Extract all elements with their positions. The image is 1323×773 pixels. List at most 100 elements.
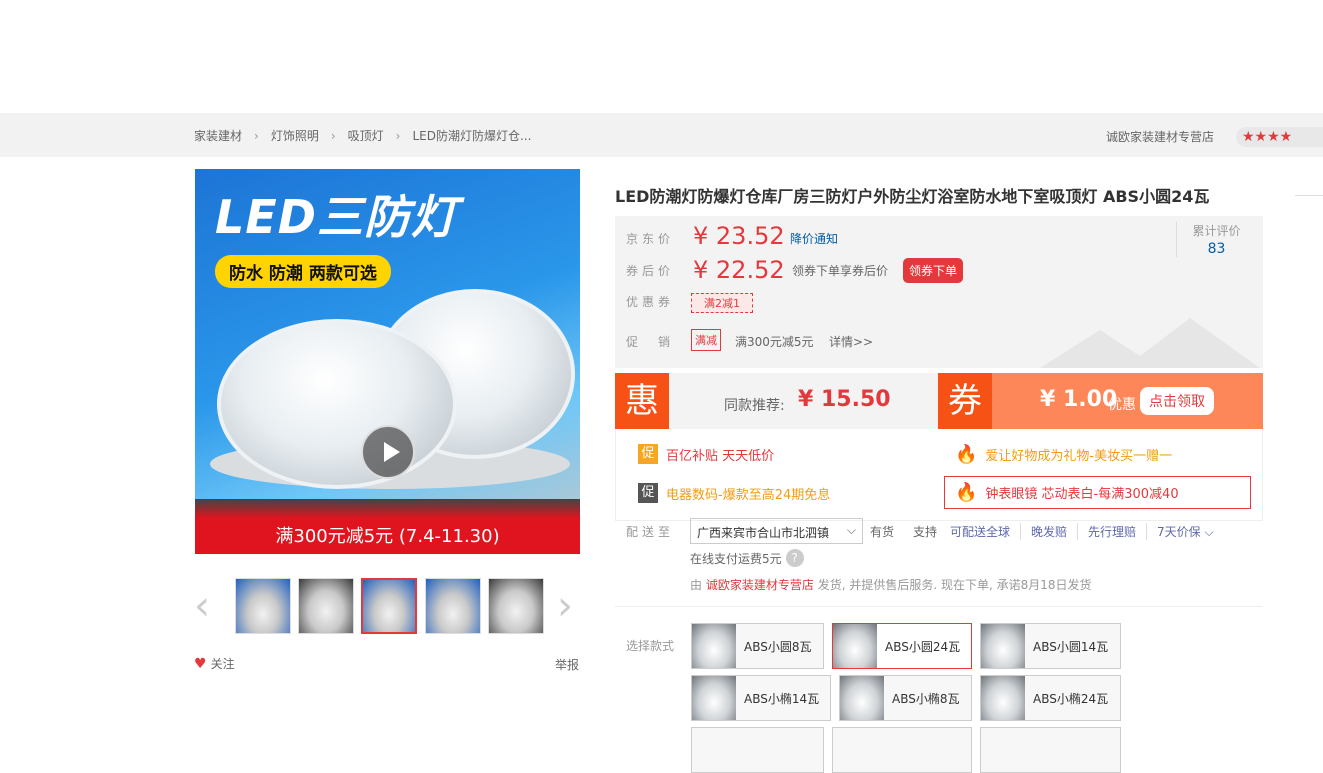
after-coupon-label: 券后价: [626, 264, 675, 278]
breadcrumb-item-ceiling-light[interactable]: 吸顶灯: [348, 127, 384, 144]
thumbnail-2[interactable]: [298, 578, 354, 634]
activity-subsidy[interactable]: 促 百亿补贴 天天低价: [638, 444, 774, 464]
promo-icon: 促: [638, 444, 658, 464]
thumb-prev-arrow-icon[interactable]: ‹: [194, 586, 210, 626]
style-option[interactable]: ABS小椭14瓦: [691, 675, 831, 721]
option-label: ABS小椭24瓦: [1033, 691, 1109, 706]
option-label: ABS小圆8瓦: [744, 639, 812, 654]
chevron-right-icon: ›: [330, 128, 336, 143]
option-thumbnail: [692, 676, 736, 720]
coupon-unit: 优惠: [1108, 397, 1136, 413]
review-label: 累计评价: [1192, 224, 1241, 238]
ship-prefix: 由: [690, 578, 703, 592]
promo-detail-link[interactable]: 详情>>: [829, 333, 873, 350]
after-coupon-price: ¥ 22.52: [693, 256, 785, 284]
style-option[interactable]: [832, 727, 972, 773]
follow-button[interactable]: ♥ 关注: [194, 655, 235, 672]
product-title: LED防潮灯防爆灯仓库厂房三防灯户外防尘灯浴室防水地下室吸顶灯 ABS小圆24瓦: [615, 187, 1210, 206]
promo-label: 促 销: [626, 335, 675, 349]
after-coupon-desc: 领券下单享券后价: [792, 264, 889, 278]
option-thumbnail: [833, 624, 877, 668]
address-text: 广西来宾市合山市北泗镇: [697, 526, 830, 540]
jd-price-label: 京东价: [626, 232, 675, 246]
price-notify-link[interactable]: 降价通知: [790, 230, 838, 247]
review-count[interactable]: 83: [1177, 241, 1256, 257]
promo-tag: 满减: [691, 329, 721, 351]
ship-shop-link[interactable]: 诚欧家装建材专营店: [706, 578, 814, 592]
hui-badge-icon: 惠: [615, 373, 669, 429]
support-label: 支持: [913, 525, 938, 539]
help-icon[interactable]: ?: [785, 549, 804, 567]
claim-coupon-button[interactable]: 点击领取: [1140, 387, 1214, 415]
activity-electronics[interactable]: 促 电器数码-爆款至高24期免息: [638, 483, 830, 503]
jd-price: ¥ 23.52: [693, 222, 785, 250]
breadcrumb-item-product[interactable]: LED防潮灯防爆灯仓...: [412, 127, 531, 144]
mountain-decoration: [1040, 318, 1260, 368]
ship-suffix: 发货, 并提供售后服务. 现在下单, 承诺8月18日发货: [817, 578, 1092, 592]
option-label: ABS小椭8瓦: [892, 691, 960, 706]
shipping-fee: 在线支付运费5元 ?: [690, 549, 804, 567]
fire-icon: 🔥: [955, 444, 978, 465]
option-label: ABS小圆24瓦: [885, 639, 961, 654]
style-option[interactable]: [980, 727, 1121, 773]
thumbnail-4[interactable]: [425, 578, 481, 634]
activity-text: 爱让好物成为礼物-美妆买一赠一: [985, 449, 1173, 464]
breadcrumb-item-lighting[interactable]: 灯饰照明: [271, 127, 319, 144]
heart-icon: ♥: [194, 655, 207, 672]
delivery-label: 配送至: [626, 525, 675, 539]
service-list: 可配送全球 晚发赔 先行理赔 7天价保 ⌵: [950, 523, 1224, 540]
breadcrumb-item-category[interactable]: 家装建材: [194, 127, 242, 144]
play-video-icon[interactable]: [361, 425, 415, 479]
style-option[interactable]: ABS小圆14瓦: [980, 623, 1121, 669]
service-late-compensation[interactable]: 晚发赔: [1021, 523, 1079, 540]
chevron-right-icon: ›: [254, 128, 259, 143]
coupon-badge[interactable]: 满2减1: [691, 293, 753, 313]
stock-status: 有货: [870, 525, 895, 539]
image-subheadline: 防水 防潮 两款可选: [215, 255, 391, 288]
image-promo-band: 满300元减5元 (7.4-11.30): [195, 499, 580, 554]
style-option[interactable]: ABS小椭24瓦: [980, 675, 1121, 721]
report-link[interactable]: 举报: [555, 656, 579, 673]
divider: [1295, 195, 1323, 196]
style-option[interactable]: [691, 727, 824, 773]
activity-text: 百亿补贴 天天低价: [666, 448, 775, 464]
option-thumbnail: [840, 676, 884, 720]
option-thumbnail: [692, 624, 736, 668]
image-headline: LED三防灯: [215, 190, 458, 244]
breadcrumb: 家装建材 › 灯饰照明 › 吸顶灯 › LED防潮灯防爆灯仓...: [194, 127, 531, 144]
style-label: 选择款式: [626, 639, 675, 653]
divider: [615, 606, 1263, 607]
review-summary[interactable]: 累计评价 83: [1176, 222, 1256, 257]
activity-text: 电器数码-爆款至高24期免息: [666, 487, 831, 503]
promo-icon: 促: [638, 483, 658, 503]
lamp-shape: [217, 319, 457, 489]
thumb-next-arrow-icon[interactable]: ›: [557, 586, 573, 626]
service-advance-claim[interactable]: 先行理赔: [1078, 523, 1148, 540]
recommend-price[interactable]: ¥ 15.50: [798, 387, 891, 412]
thumbnail-5[interactable]: [488, 578, 544, 634]
service-global-shipping[interactable]: 可配送全球: [950, 523, 1022, 540]
recommend-label: 同款推荐:: [724, 398, 785, 414]
address-selector[interactable]: 广西来宾市合山市北泗镇 ⌵: [690, 518, 863, 544]
activity-beauty[interactable]: 🔥 爱让好物成为礼物-美妆买一赠一: [955, 444, 1172, 465]
service-price-protect[interactable]: 7天价保 ⌵: [1147, 523, 1224, 540]
chevron-right-icon: ›: [395, 128, 401, 143]
quan-badge-icon: 券: [938, 373, 992, 429]
thumbnail-3[interactable]: [361, 578, 417, 634]
get-coupon-order-button[interactable]: 领券下单: [903, 258, 964, 283]
option-label: ABS小椭14瓦: [744, 691, 820, 706]
style-option[interactable]: ABS小椭8瓦: [839, 675, 972, 721]
coupon-label: 优惠券: [626, 295, 675, 309]
style-option-selected[interactable]: ABS小圆24瓦: [832, 623, 972, 669]
promo-text: 满300元减5元: [735, 335, 814, 349]
activity-watches[interactable]: 🔥 钟表眼镜 芯动表白-每满300减40: [944, 476, 1251, 509]
shop-rating-stars: ★★★★: [1236, 127, 1323, 147]
thumbnail-1[interactable]: [235, 578, 291, 634]
main-product-image[interactable]: LED三防灯 防水 防潮 两款可选 满300元减5元 (7.4-11.30): [195, 169, 580, 554]
style-option[interactable]: ABS小圆8瓦: [691, 623, 824, 669]
shop-name-link[interactable]: 诚欧家装建材专营店: [1106, 128, 1214, 145]
image-promo-text: 满300元减5元 (7.4-11.30): [275, 526, 500, 547]
option-label: ABS小圆14瓦: [1033, 639, 1109, 654]
shipping-info: 由 诚欧家装建材专营店 发货, 并提供售后服务. 现在下单, 承诺8月18日发货: [690, 576, 1091, 593]
option-thumbnail: [981, 624, 1025, 668]
